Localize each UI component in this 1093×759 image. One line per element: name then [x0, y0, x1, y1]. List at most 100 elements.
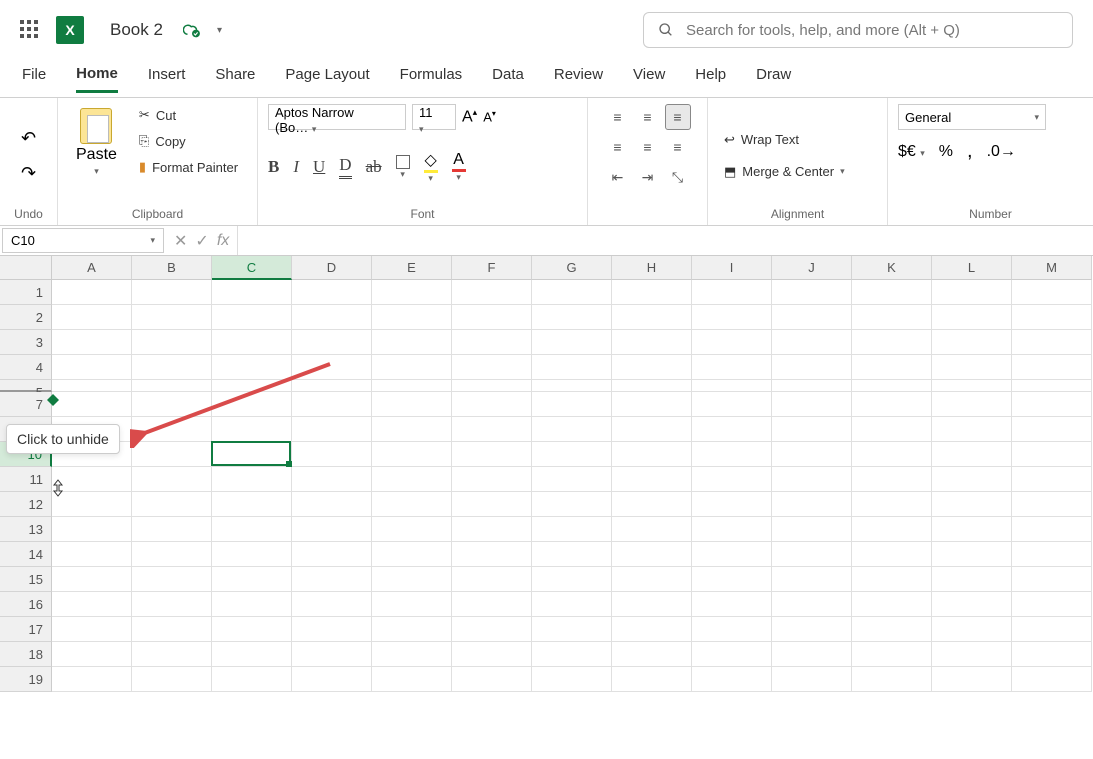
cell-D19[interactable] — [292, 667, 372, 692]
cell-I13[interactable] — [692, 517, 772, 542]
cell-J16[interactable] — [772, 592, 852, 617]
cell-E15[interactable] — [372, 567, 452, 592]
cell-L19[interactable] — [932, 667, 1012, 692]
chevron-down-icon[interactable]: ▾ — [150, 235, 155, 246]
cell-M10[interactable] — [1012, 442, 1092, 467]
cell-C16[interactable] — [212, 592, 292, 617]
cell-B11[interactable] — [132, 467, 212, 492]
cell-F1[interactable] — [452, 280, 532, 305]
cell-I18[interactable] — [692, 642, 772, 667]
cell-B14[interactable] — [132, 542, 212, 567]
cell-I11[interactable] — [692, 467, 772, 492]
cell-K1[interactable] — [852, 280, 932, 305]
cell-D11[interactable] — [292, 467, 372, 492]
tab-data[interactable]: Data — [492, 66, 524, 91]
align-right-button[interactable]: ≡ — [665, 134, 691, 160]
cell-A14[interactable] — [52, 542, 132, 567]
cell-M7[interactable] — [1012, 392, 1092, 417]
cell-A4[interactable] — [52, 355, 132, 380]
cell-K13[interactable] — [852, 517, 932, 542]
cell-F9[interactable] — [452, 417, 532, 442]
cell-J15[interactable] — [772, 567, 852, 592]
row-header-5[interactable]: 5 — [0, 380, 52, 392]
cell-B7[interactable] — [132, 392, 212, 417]
row-header-17[interactable]: 17 — [0, 617, 52, 642]
cell-F7[interactable] — [452, 392, 532, 417]
cells-area[interactable] — [52, 280, 1092, 692]
tab-help[interactable]: Help — [695, 66, 726, 91]
cell-F18[interactable] — [452, 642, 532, 667]
currency-button[interactable]: $€ ▾ — [898, 143, 925, 161]
cell-F19[interactable] — [452, 667, 532, 692]
col-header-F[interactable]: F — [452, 256, 532, 280]
cell-H15[interactable] — [612, 567, 692, 592]
cell-F13[interactable] — [452, 517, 532, 542]
cell-J13[interactable] — [772, 517, 852, 542]
cell-I14[interactable] — [692, 542, 772, 567]
col-header-I[interactable]: I — [692, 256, 772, 280]
cell-D12[interactable] — [292, 492, 372, 517]
cell-I7[interactable] — [692, 392, 772, 417]
merge-center-button[interactable]: ⬒Merge & Center▾ — [718, 161, 851, 183]
select-all-corner[interactable] — [0, 256, 52, 280]
shrink-font-icon[interactable]: A▾ — [483, 109, 496, 124]
cell-G15[interactable] — [532, 567, 612, 592]
cell-A1[interactable] — [52, 280, 132, 305]
underline-button[interactable]: U — [313, 157, 325, 177]
cell-G19[interactable] — [532, 667, 612, 692]
tab-page-layout[interactable]: Page Layout — [285, 66, 369, 91]
cell-C5[interactable] — [212, 380, 292, 392]
cell-E4[interactable] — [372, 355, 452, 380]
cell-G17[interactable] — [532, 617, 612, 642]
cell-B1[interactable] — [132, 280, 212, 305]
cell-B10[interactable] — [132, 442, 212, 467]
cell-B17[interactable] — [132, 617, 212, 642]
cell-G10[interactable] — [532, 442, 612, 467]
cell-J9[interactable] — [772, 417, 852, 442]
cell-C4[interactable] — [212, 355, 292, 380]
cell-H9[interactable] — [612, 417, 692, 442]
cell-H4[interactable] — [612, 355, 692, 380]
cell-C18[interactable] — [212, 642, 292, 667]
cell-J7[interactable] — [772, 392, 852, 417]
cell-M19[interactable] — [1012, 667, 1092, 692]
cell-H13[interactable] — [612, 517, 692, 542]
cell-I2[interactable] — [692, 305, 772, 330]
cell-G13[interactable] — [532, 517, 612, 542]
number-format-select[interactable]: General▾ — [898, 104, 1046, 130]
cell-F15[interactable] — [452, 567, 532, 592]
cell-A15[interactable] — [52, 567, 132, 592]
cell-I4[interactable] — [692, 355, 772, 380]
tab-home[interactable]: Home — [76, 65, 118, 93]
cell-J12[interactable] — [772, 492, 852, 517]
cell-K12[interactable] — [852, 492, 932, 517]
cell-C3[interactable] — [212, 330, 292, 355]
cell-D18[interactable] — [292, 642, 372, 667]
cell-A17[interactable] — [52, 617, 132, 642]
cell-C12[interactable] — [212, 492, 292, 517]
col-header-L[interactable]: L — [932, 256, 1012, 280]
cell-L13[interactable] — [932, 517, 1012, 542]
cell-H16[interactable] — [612, 592, 692, 617]
cell-M2[interactable] — [1012, 305, 1092, 330]
cell-H5[interactable] — [612, 380, 692, 392]
chevron-down-icon[interactable]: ▾ — [94, 166, 99, 177]
cell-A19[interactable] — [52, 667, 132, 692]
align-middle-button[interactable]: ≡ — [635, 104, 661, 130]
cell-E10[interactable] — [372, 442, 452, 467]
formula-input[interactable] — [238, 226, 1093, 255]
cell-G3[interactable] — [532, 330, 612, 355]
row-header-11[interactable]: 11 — [0, 467, 52, 492]
cell-C19[interactable] — [212, 667, 292, 692]
cell-L2[interactable] — [932, 305, 1012, 330]
cell-B3[interactable] — [132, 330, 212, 355]
cell-D1[interactable] — [292, 280, 372, 305]
cell-L10[interactable] — [932, 442, 1012, 467]
cell-B15[interactable] — [132, 567, 212, 592]
cell-G14[interactable] — [532, 542, 612, 567]
col-header-K[interactable]: K — [852, 256, 932, 280]
cell-E11[interactable] — [372, 467, 452, 492]
cell-L14[interactable] — [932, 542, 1012, 567]
document-title[interactable]: Book 2 — [110, 20, 163, 40]
cell-B5[interactable] — [132, 380, 212, 392]
